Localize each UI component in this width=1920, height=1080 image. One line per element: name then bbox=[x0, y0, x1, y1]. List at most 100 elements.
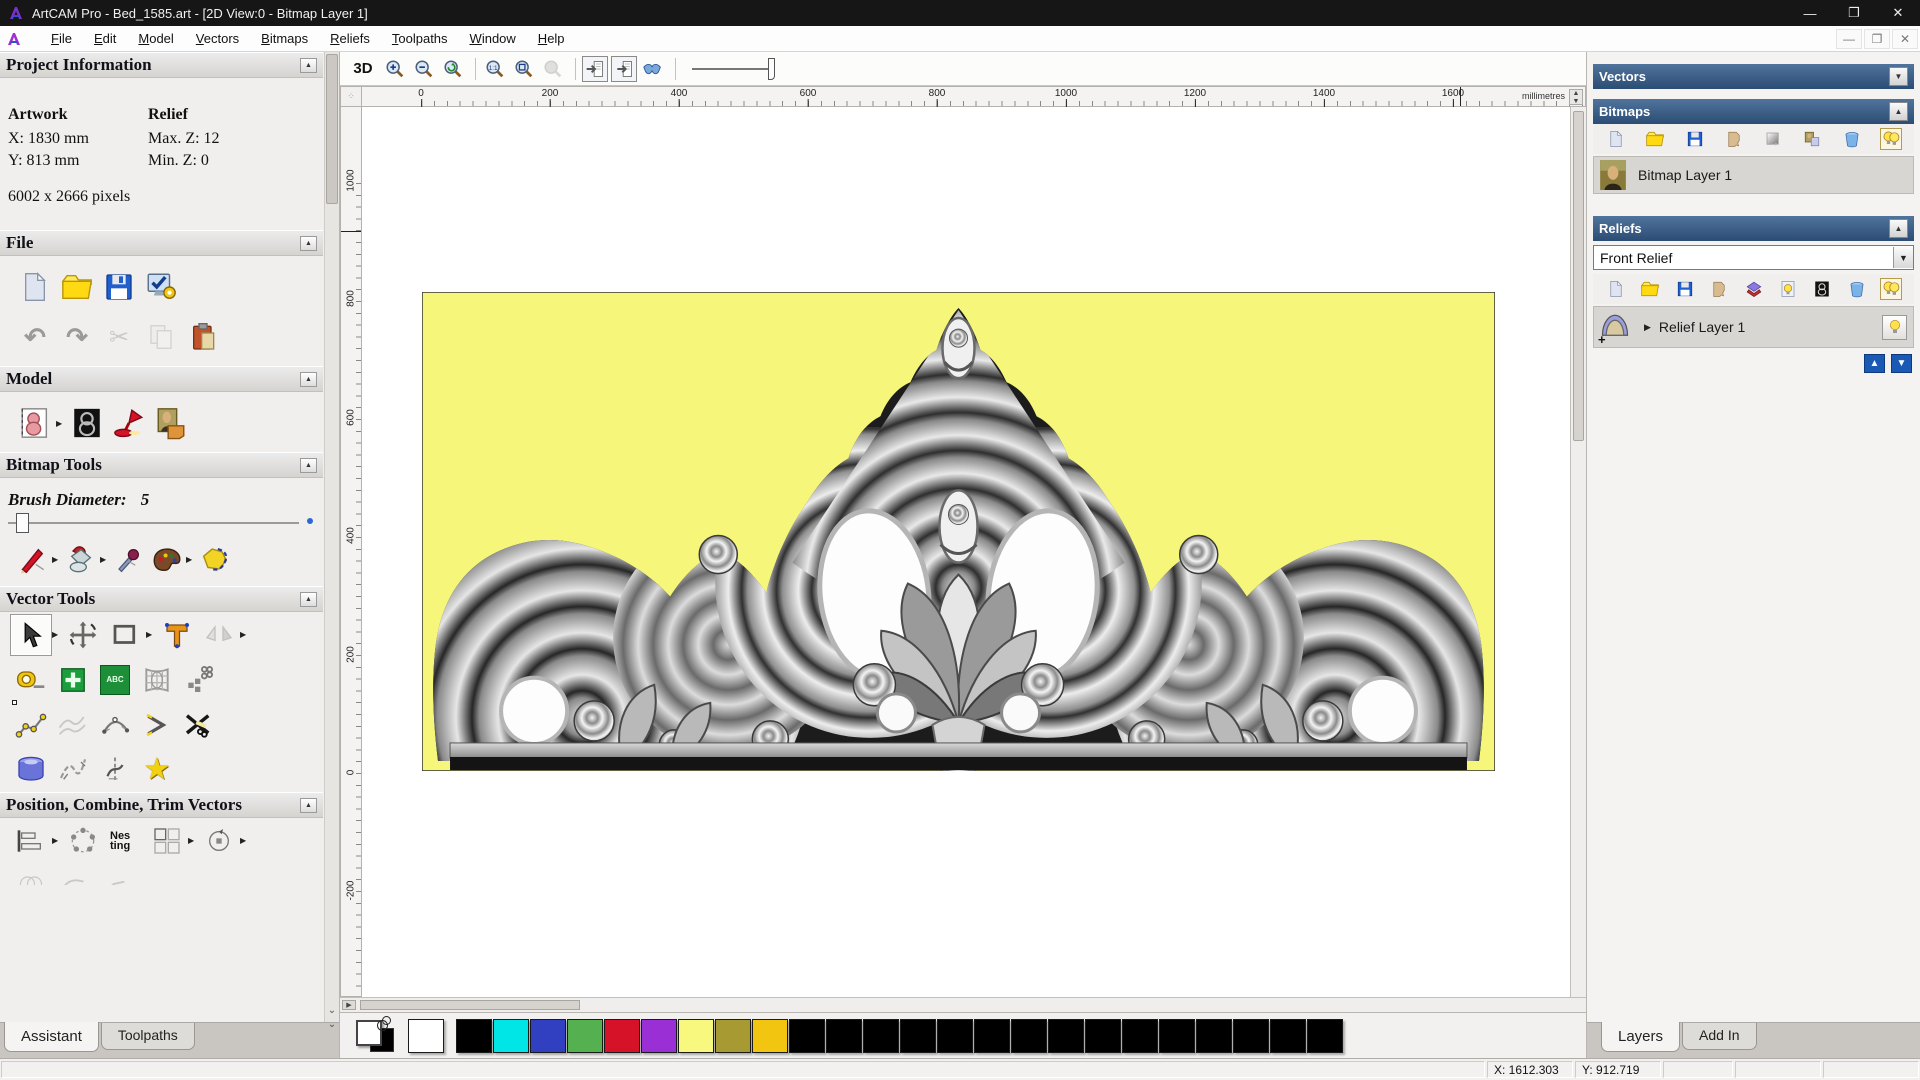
collapse-button[interactable]: ▲ bbox=[300, 591, 317, 607]
measure-tool-button[interactable] bbox=[10, 659, 52, 701]
tab-assistant[interactable]: Assistant bbox=[4, 1022, 99, 1052]
zoom-in-button[interactable] bbox=[382, 56, 408, 82]
save-bitmap-layer-button[interactable] bbox=[1684, 128, 1706, 150]
paste-along-curve-button[interactable] bbox=[178, 659, 220, 701]
colour-swatch-13[interactable] bbox=[900, 1018, 936, 1053]
options-button[interactable] bbox=[140, 266, 182, 308]
scrollbar-thumb[interactable] bbox=[326, 54, 338, 204]
slider-handle[interactable] bbox=[16, 513, 29, 533]
scroll-right-button[interactable]: ▶ bbox=[342, 1000, 356, 1010]
delete-bitmap-button[interactable] bbox=[1841, 128, 1863, 150]
reliefs-collapse-button[interactable]: ▲ bbox=[1889, 219, 1908, 238]
import-bitmap-button[interactable] bbox=[1723, 128, 1745, 150]
mdi-close-button[interactable]: ✕ bbox=[1892, 28, 1918, 49]
menu-item-reliefs[interactable]: Reliefs bbox=[319, 27, 381, 50]
redo-button[interactable]: ↷ bbox=[56, 316, 98, 358]
menu-item-help[interactable]: Help bbox=[527, 27, 576, 50]
colour-palette-button[interactable] bbox=[148, 540, 186, 578]
colour-swatch-21[interactable] bbox=[1196, 1018, 1232, 1053]
colour-swatch-16[interactable] bbox=[1011, 1018, 1047, 1053]
bitmaps-collapse-button[interactable]: ▲ bbox=[1889, 102, 1908, 121]
colour-swatch-15[interactable] bbox=[974, 1018, 1010, 1053]
flood-fill-button[interactable] bbox=[62, 540, 100, 578]
ruler-units-spinner[interactable]: ▲ ▼ bbox=[1569, 89, 1583, 105]
transform-vectors-button[interactable] bbox=[62, 614, 104, 656]
block-create-button[interactable] bbox=[52, 659, 94, 701]
colour-swatch-19[interactable] bbox=[1122, 1018, 1158, 1053]
ruler-origin-button[interactable]: ⁘ bbox=[340, 86, 362, 107]
block-copy-button[interactable] bbox=[146, 820, 188, 862]
colour-swatch-14[interactable] bbox=[937, 1018, 973, 1053]
fillet-corner-button[interactable] bbox=[136, 704, 178, 746]
colour-swatch-8[interactable] bbox=[715, 1018, 751, 1053]
preview-relief-button[interactable] bbox=[640, 56, 666, 82]
add-relief-button[interactable] bbox=[1743, 278, 1765, 300]
colour-swatch-7[interactable] bbox=[678, 1018, 714, 1053]
opacity-slider[interactable] bbox=[692, 56, 787, 82]
restore-button[interactable]: ❐ bbox=[1832, 0, 1876, 26]
colour-swatch-4[interactable] bbox=[567, 1018, 603, 1053]
tab-layers[interactable]: Layers bbox=[1601, 1022, 1681, 1052]
save-model-button[interactable] bbox=[98, 266, 140, 308]
colour-swatch-12[interactable] bbox=[863, 1018, 899, 1053]
extrude-tool-button[interactable] bbox=[10, 749, 52, 791]
mdi-minimize-button[interactable]: — bbox=[1836, 28, 1862, 49]
open-bitmap-layer-button[interactable] bbox=[1644, 128, 1666, 150]
open-model-button[interactable] bbox=[56, 266, 98, 308]
nesting-button[interactable]: Nes ting bbox=[104, 820, 146, 862]
colour-swatch-3[interactable] bbox=[530, 1018, 566, 1053]
toggle-all-reliefs-visibility-button[interactable] bbox=[1880, 278, 1902, 300]
primary-secondary-colour-indicator[interactable] bbox=[354, 1015, 398, 1056]
relief-greyscale-button[interactable] bbox=[1811, 278, 1833, 300]
collapse-button[interactable]: ▲ bbox=[300, 371, 317, 387]
zoom-1to1-button[interactable]: 1:1 bbox=[482, 56, 508, 82]
colour-swatch-2[interactable] bbox=[493, 1018, 529, 1053]
relief-preview-button[interactable] bbox=[1777, 278, 1799, 300]
text-tool-button[interactable] bbox=[156, 614, 198, 656]
relief-layer-row[interactable]: + ▶ Relief Layer 1 bbox=[1593, 306, 1914, 348]
colour-swatch-1[interactable] bbox=[456, 1018, 492, 1053]
create-star-button[interactable]: ★ bbox=[136, 749, 178, 791]
rotate-copy-button[interactable] bbox=[198, 820, 240, 862]
vectors-filter-button[interactable]: ▼ bbox=[1889, 67, 1908, 86]
colour-swatch-23[interactable] bbox=[1270, 1018, 1306, 1053]
weld-vectors-button[interactable] bbox=[10, 863, 52, 885]
opacity-slider-handle[interactable] bbox=[768, 57, 775, 80]
magic-wand-button[interactable] bbox=[196, 540, 234, 578]
duplicate-bitmap-button[interactable] bbox=[1801, 128, 1823, 150]
brush-diameter-slider[interactable] bbox=[8, 512, 313, 538]
collapse-button[interactable]: ▲ bbox=[300, 797, 317, 813]
assistant-scrollbar[interactable]: ⌄ ⌄ bbox=[324, 52, 339, 1030]
colour-swatch-22[interactable] bbox=[1233, 1018, 1269, 1053]
tab-add-in[interactable]: Add In bbox=[1682, 1023, 1757, 1050]
colour-swatch-18[interactable] bbox=[1085, 1018, 1121, 1053]
adjust-model-button[interactable] bbox=[66, 402, 108, 444]
paste-button[interactable] bbox=[182, 316, 224, 358]
new-bitmap-layer-button[interactable] bbox=[1605, 128, 1627, 150]
envelope-distort-button[interactable] bbox=[136, 659, 178, 701]
menu-item-model[interactable]: Model bbox=[127, 27, 184, 50]
paint-tool-button[interactable] bbox=[14, 540, 52, 578]
greyscale-preview-button[interactable] bbox=[1762, 128, 1784, 150]
copy-button[interactable] bbox=[140, 316, 182, 358]
relief-selector-dropdown[interactable]: Front Relief ▼ bbox=[1593, 245, 1914, 270]
cut-button[interactable]: ✂ bbox=[98, 316, 140, 358]
menu-item-edit[interactable]: Edit bbox=[83, 27, 127, 50]
import-relief-button[interactable] bbox=[1708, 278, 1730, 300]
mirror-vectors-button[interactable] bbox=[198, 614, 240, 656]
dropdown-arrow-icon[interactable]: ▼ bbox=[1893, 247, 1913, 268]
section-profile-button[interactable] bbox=[94, 749, 136, 791]
set-model-size-button[interactable] bbox=[14, 402, 56, 444]
toggle-bitmap-visibility-button[interactable] bbox=[582, 55, 608, 82]
trim-vectors-button[interactable] bbox=[178, 704, 220, 746]
close-button[interactable]: ✕ bbox=[1876, 0, 1920, 26]
save-relief-layer-button[interactable] bbox=[1674, 278, 1696, 300]
mdi-restore-button[interactable]: ❐ bbox=[1864, 28, 1890, 49]
toggle-vector-visibility-button[interactable] bbox=[611, 55, 637, 82]
view-3d-button[interactable]: 3D bbox=[350, 56, 376, 82]
canvas-vertical-scrollbar[interactable] bbox=[1570, 107, 1586, 997]
scroll-down-button[interactable]: ⌄ ⌄ bbox=[325, 1004, 339, 1030]
circular-copy-button[interactable] bbox=[62, 820, 104, 862]
colour-swatch-24[interactable] bbox=[1307, 1018, 1343, 1053]
relief-layer-visibility-button[interactable] bbox=[1882, 314, 1907, 340]
